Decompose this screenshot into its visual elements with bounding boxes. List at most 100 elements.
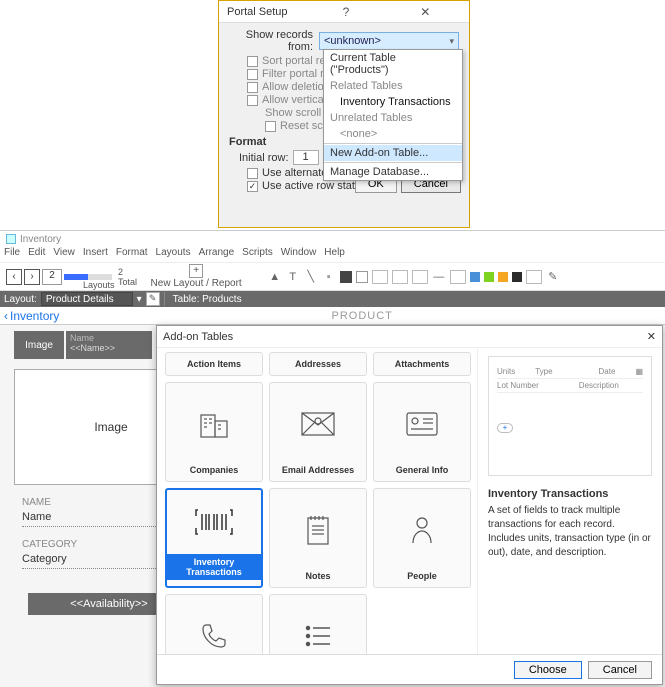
text-tool-icon[interactable]: T [286, 270, 300, 284]
corner-sel[interactable] [412, 270, 428, 284]
phone-icon [200, 595, 228, 654]
tile-phone[interactable]: Phone Numbers [165, 594, 263, 654]
addon-preview-panel: UnitsTypeDate▦ Lot NumberDescription + I… [477, 348, 662, 654]
barcode-icon [194, 490, 234, 554]
page-number-input[interactable]: 2 [42, 269, 62, 285]
filter-label: Filter portal re [262, 68, 330, 80]
align-sel[interactable] [526, 270, 542, 284]
dropdown-manage-db[interactable]: Manage Database... [324, 164, 462, 180]
tile-addresses[interactable]: Addresses [269, 352, 367, 376]
line-style-sel[interactable] [372, 270, 388, 284]
card-icon [405, 383, 439, 465]
dropdown-current-table[interactable]: Current Table ("Products") [324, 50, 462, 78]
tile-companies[interactable]: Companies [165, 382, 263, 482]
tile-action-items[interactable]: Action Items [165, 352, 263, 376]
menu-arrange[interactable]: Arrange [199, 247, 235, 262]
app-title: Inventory [20, 234, 61, 245]
next-layout-button[interactable]: › [24, 269, 40, 285]
main-window: Inventory File Edit View Insert Format L… [0, 230, 665, 677]
line-weight-sel[interactable] [392, 270, 408, 284]
menu-layouts[interactable]: Layouts [156, 247, 191, 262]
edit-layout-icon[interactable]: ✎ [146, 292, 160, 306]
back-link[interactable]: ‹ Inventory [0, 309, 59, 323]
color-orange[interactable] [498, 272, 508, 282]
choose-button[interactable]: Choose [514, 661, 582, 679]
initial-row-input[interactable]: 1 [293, 150, 319, 165]
table-label: Table: Products [169, 294, 246, 305]
stroke-swatch[interactable] [356, 271, 368, 283]
records-dropdown: Current Table ("Products") Related Table… [323, 49, 463, 181]
building-icon [197, 383, 231, 465]
vscroll-checkbox[interactable] [247, 95, 258, 106]
dropdown-related-header: Related Tables [324, 78, 462, 94]
name-header: Name <<Name>> [66, 331, 152, 359]
menu-format[interactable]: Format [116, 247, 148, 262]
filter-checkbox[interactable] [247, 69, 258, 80]
nav-bar: ‹ Inventory PRODUCT [0, 307, 665, 325]
addon-grid: Action Items Addresses Attachments Compa… [157, 348, 477, 654]
back-label: Inventory [10, 309, 59, 323]
sort-label: Sort portal rec [262, 55, 331, 67]
layout-slider[interactable] [64, 274, 112, 280]
eyedropper-icon[interactable]: ✎ [546, 270, 560, 284]
tile-notes[interactable]: Notes [269, 488, 367, 588]
layout-label: Layout: [0, 294, 41, 305]
image-header: Image [14, 331, 64, 359]
delete-label: Allow deletion [262, 81, 330, 93]
dropdown-none[interactable]: <none> [324, 126, 462, 142]
tile-inventory-trans[interactable]: Inventory Transactions [165, 488, 263, 588]
new-layout-label: New Layout / Report [151, 278, 242, 289]
prev-layout-button[interactable]: ‹ [6, 269, 22, 285]
active-row-label: Use active row state [262, 180, 361, 192]
plus-icon: + [189, 264, 203, 278]
layout-select[interactable]: Product Details [41, 292, 133, 306]
initial-row-label: Initial row: [239, 152, 289, 164]
dropdown-new-addon[interactable]: New Add-on Table... [324, 145, 462, 161]
menu-file[interactable]: File [4, 247, 20, 262]
color-green[interactable] [484, 272, 494, 282]
layout-bar: Layout: Product Details ▾ ✎ Table: Produ… [0, 291, 665, 307]
theme-sel[interactable] [450, 270, 466, 284]
close-icon[interactable]: ✕ [386, 5, 465, 19]
portal-setup-dialog: Portal Setup ? ✕ Show records from: <unk… [218, 0, 470, 228]
tile-people[interactable]: People [373, 488, 471, 588]
new-layout-button[interactable]: + New Layout / Report [151, 264, 242, 289]
fill-swatch[interactable] [340, 271, 352, 283]
category-field-label: CATEGORY [22, 539, 77, 550]
line-tool-icon[interactable]: ╲ [304, 270, 318, 284]
dropdown-unrelated-header: Unrelated Tables [324, 110, 462, 126]
combo-value: <unknown> [324, 35, 381, 47]
color-black[interactable] [512, 272, 522, 282]
delete-checkbox[interactable] [247, 82, 258, 93]
name-field-label: NAME [22, 497, 51, 508]
menu-edit[interactable]: Edit [28, 247, 45, 262]
sort-checkbox[interactable] [247, 56, 258, 67]
menubar: File Edit View Insert Format Layouts Arr… [0, 247, 665, 263]
list-icon [304, 595, 332, 654]
tile-general[interactable]: General Info [373, 382, 471, 482]
active-row-checkbox[interactable]: ✓ [247, 181, 258, 192]
reset-checkbox[interactable] [265, 121, 276, 132]
show-records-combo[interactable]: <unknown> ▾ [319, 32, 459, 50]
tile-attachments[interactable]: Attachments [373, 352, 471, 376]
menu-help[interactable]: Help [324, 247, 345, 262]
window-titlebar: Inventory [0, 231, 665, 247]
chevron-down-icon: ▾ [449, 36, 454, 47]
menu-view[interactable]: View [53, 247, 75, 262]
menu-window[interactable]: Window [281, 247, 317, 262]
tile-email[interactable]: Email Addresses [269, 382, 367, 482]
menu-scripts[interactable]: Scripts [242, 247, 273, 262]
total-label: Total [118, 277, 137, 287]
pointer-icon[interactable]: ▲ [268, 270, 282, 284]
addon-close-icon[interactable]: ✕ [647, 330, 656, 343]
alt-row-checkbox[interactable] [247, 168, 258, 179]
person-icon [410, 489, 434, 571]
portal-title-text: Portal Setup [227, 6, 306, 18]
color-blue[interactable] [470, 272, 480, 282]
tile-topics[interactable]: Topics [269, 594, 367, 654]
menu-insert[interactable]: Insert [83, 247, 108, 262]
addon-cancel-button[interactable]: Cancel [588, 661, 652, 679]
help-icon[interactable]: ? [306, 5, 385, 19]
dropdown-inventory-trans[interactable]: Inventory Transactions [324, 94, 462, 110]
envelope-icon [300, 383, 336, 465]
